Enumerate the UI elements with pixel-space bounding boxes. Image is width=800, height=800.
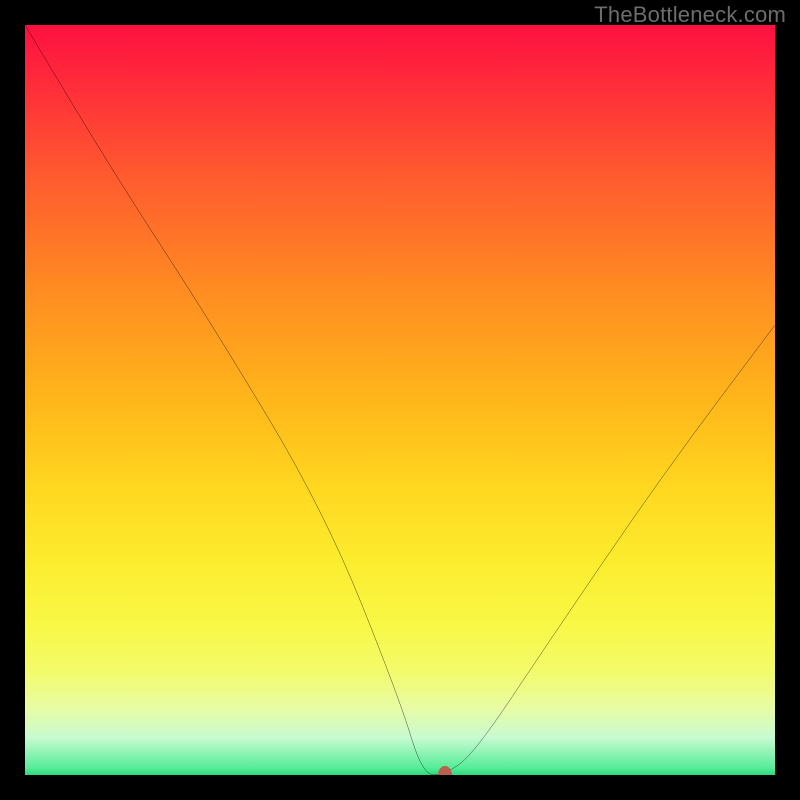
plot-area — [25, 25, 775, 775]
curve-path — [25, 25, 775, 775]
chart-frame: TheBottleneck.com — [0, 0, 800, 800]
bottleneck-curve — [25, 25, 775, 775]
